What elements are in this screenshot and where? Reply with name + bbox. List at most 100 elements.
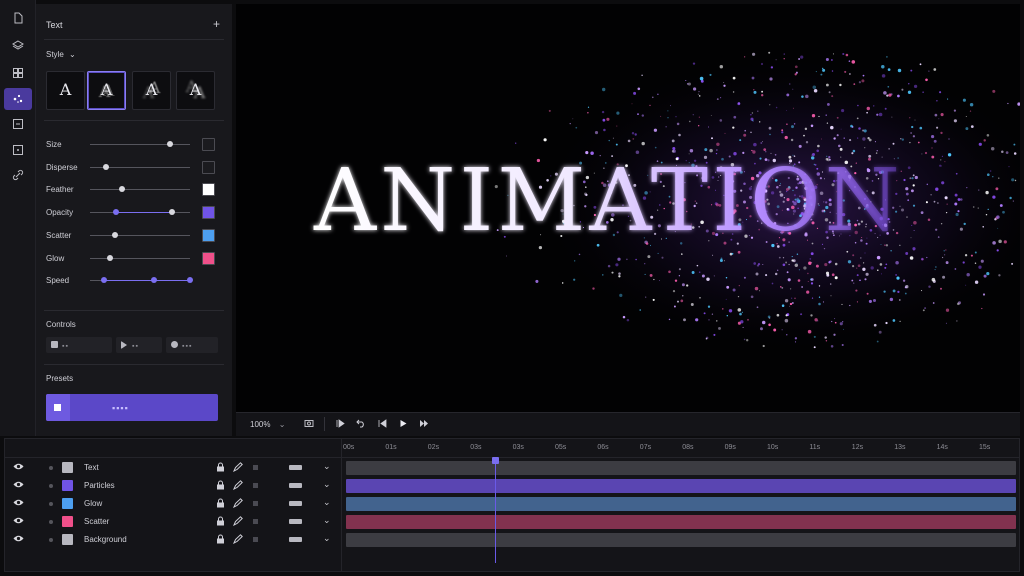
playhead[interactable] — [492, 457, 500, 563]
layer-color-chip[interactable] — [62, 462, 73, 473]
pencil-icon[interactable] — [233, 534, 243, 546]
style-thumb-plain[interactable]: A — [46, 71, 85, 110]
color-swatch-size[interactable] — [202, 138, 215, 151]
style-dropdown[interactable]: Style ⌄ — [46, 50, 76, 59]
solo-dot-icon[interactable] — [49, 520, 53, 524]
keyframe-icon[interactable] — [253, 465, 258, 470]
eye-icon[interactable] — [13, 516, 24, 527]
layer-row[interactable]: Glow ⌄ — [5, 495, 341, 513]
color-swatch-feather[interactable] — [202, 183, 215, 197]
style-thumb-splash[interactable]: A — [176, 71, 215, 110]
preview-canvas[interactable]: ANIMATION — [236, 4, 1020, 412]
solo-dot-icon[interactable] — [49, 538, 53, 542]
chevron-down-icon[interactable]: ⌄ — [323, 461, 331, 472]
chevron-down-icon[interactable]: ⌄ — [323, 533, 331, 544]
slider-disperse[interactable] — [90, 163, 190, 170]
preset-slider[interactable]: ▪▪▪▪ — [46, 394, 218, 421]
slider-knob-start[interactable] — [113, 209, 119, 216]
layer-color-chip[interactable] — [62, 480, 73, 491]
lock-icon[interactable] — [216, 516, 225, 528]
blend-mode-chip[interactable] — [289, 501, 302, 506]
blend-mode-chip[interactable] — [289, 483, 302, 488]
layer-track-glow[interactable] — [346, 497, 1016, 511]
file-icon[interactable] — [4, 7, 32, 29]
eye-icon[interactable] — [13, 498, 24, 509]
slider-scatter[interactable] — [90, 231, 190, 238]
link-icon[interactable] — [4, 164, 32, 186]
solo-dot-icon[interactable] — [49, 484, 53, 488]
slider-knob[interactable] — [103, 163, 109, 170]
solo-dot-icon[interactable] — [49, 502, 53, 506]
style-thumb-shatter[interactable]: A — [132, 71, 171, 110]
slider-knob[interactable] — [112, 231, 118, 238]
step-forward-icon[interactable] — [336, 419, 345, 430]
slider-knob-start[interactable] — [101, 277, 107, 284]
style-thumb-dust[interactable]: A — [87, 71, 126, 110]
chevron-down-icon[interactable]: ⌄ — [323, 497, 331, 508]
crop-icon[interactable] — [4, 139, 32, 161]
slider-feather[interactable] — [90, 186, 190, 193]
slider-speed[interactable] — [90, 277, 193, 284]
chevron-down-icon[interactable]: ⌄ — [323, 479, 331, 490]
eye-icon[interactable] — [13, 480, 24, 491]
particles-icon[interactable] — [4, 88, 32, 110]
play-icon[interactable] — [399, 419, 408, 430]
blend-mode-chip[interactable] — [289, 465, 302, 470]
color-swatch-opacity[interactable] — [202, 206, 215, 220]
skip-back-icon[interactable] — [378, 419, 387, 430]
lock-icon[interactable] — [216, 534, 225, 546]
slider-knob[interactable] — [167, 141, 173, 147]
zoom-select[interactable]: 100% ⌄ — [250, 420, 285, 429]
layer-track-text[interactable] — [346, 461, 1016, 475]
keyframe-icon[interactable] — [253, 501, 258, 506]
color-swatch-disperse[interactable] — [202, 160, 215, 174]
undo-icon[interactable] — [356, 419, 366, 430]
slider-knob[interactable] — [169, 209, 175, 216]
snapshot-icon[interactable] — [304, 418, 314, 430]
control-chip-3[interactable]: ▪▪▪ — [166, 337, 218, 353]
add-button[interactable]: + — [213, 17, 220, 31]
slider-knob[interactable] — [187, 277, 193, 284]
blend-mode-chip[interactable] — [289, 537, 302, 542]
lock-icon[interactable] — [216, 498, 225, 510]
slider-glow[interactable] — [90, 254, 190, 261]
preset-handle[interactable] — [46, 394, 70, 421]
color-swatch-glow[interactable] — [202, 251, 215, 265]
keyframe-icon[interactable] — [253, 519, 258, 524]
fast-forward-icon[interactable] — [419, 419, 429, 430]
grid-icon[interactable] — [4, 62, 32, 84]
control-chip-2[interactable]: ▪▪ — [116, 337, 162, 353]
slider-knob[interactable] — [107, 254, 113, 261]
animation-title-text[interactable]: ANIMATION — [313, 151, 904, 251]
layer-track-scatter[interactable] — [346, 515, 1016, 529]
pencil-icon[interactable] — [233, 480, 243, 492]
layer-track-background[interactable] — [346, 533, 1016, 547]
playhead-handle[interactable] — [492, 457, 500, 464]
frame-icon[interactable] — [4, 113, 32, 135]
eye-icon[interactable] — [13, 534, 24, 545]
slider-knob-mid[interactable] — [151, 277, 157, 284]
lock-icon[interactable] — [216, 462, 225, 474]
control-chip-1[interactable]: ▪▪ — [46, 337, 112, 353]
chevron-down-icon[interactable]: ⌄ — [323, 515, 331, 526]
slider-size[interactable] — [90, 141, 190, 147]
slider-opacity[interactable] — [90, 209, 190, 216]
pencil-icon[interactable] — [233, 462, 243, 474]
layer-row[interactable]: Background ⌄ — [5, 531, 341, 549]
keyframe-icon[interactable] — [253, 537, 258, 542]
keyframe-icon[interactable] — [253, 483, 258, 488]
layers-icon[interactable] — [4, 34, 32, 56]
slider-knob[interactable] — [119, 186, 125, 193]
pencil-icon[interactable] — [233, 498, 243, 510]
blend-mode-chip[interactable] — [289, 519, 302, 524]
layer-track-particles[interactable] — [346, 479, 1016, 493]
layer-row[interactable]: Particles ⌄ — [5, 477, 341, 495]
pencil-icon[interactable] — [233, 516, 243, 528]
color-swatch-scatter[interactable] — [202, 228, 215, 242]
lock-icon[interactable] — [216, 480, 225, 492]
layer-color-chip[interactable] — [62, 498, 73, 509]
layer-row[interactable]: Text ⌄ — [5, 459, 341, 477]
solo-dot-icon[interactable] — [49, 466, 53, 470]
layer-color-chip[interactable] — [62, 534, 73, 545]
layer-row[interactable]: Scatter ⌄ — [5, 513, 341, 531]
